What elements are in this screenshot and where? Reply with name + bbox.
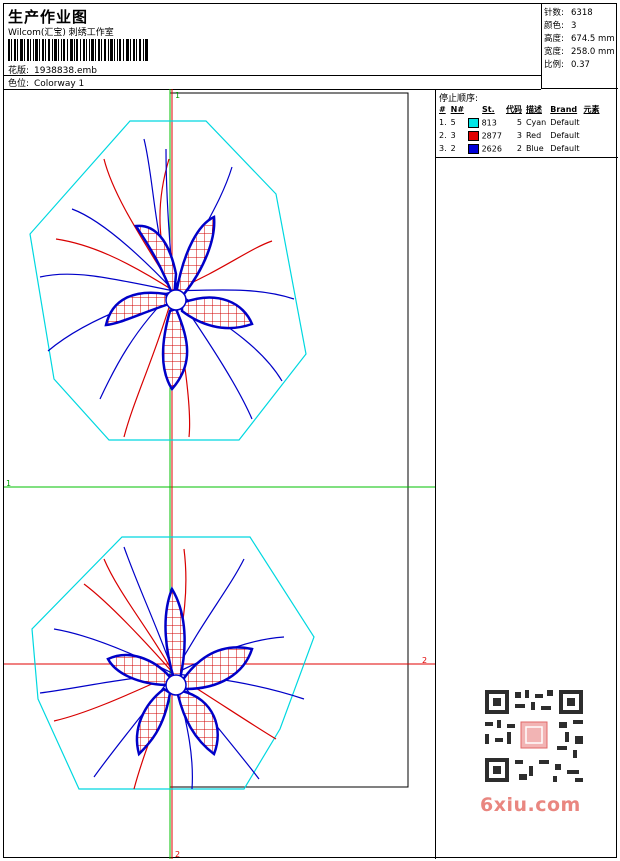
color-swatch-blue — [468, 143, 480, 154]
stat-stitches: 针数: 6318 — [544, 8, 593, 18]
col-index: # — [439, 105, 446, 114]
table-row: 1. 5 813 5 Cyan Default — [439, 117, 580, 128]
worksheet-header: 生产作业图 Wilcom(汇宝) 刺绣工作室 花版: 1938838.emb 色… — [4, 4, 541, 90]
guide-label-bottom: 2 — [175, 850, 180, 859]
barcode — [8, 39, 148, 61]
stop-sequence-table: # N# St. 代码 描述 Brand 元素 1. 5 813 5 Cyan … — [437, 103, 601, 155]
motif-upper — [29, 120, 307, 441]
embroidery-preview: 1 2 1 2 — [4, 89, 435, 859]
watermark-site: 6xiu.com — [480, 794, 581, 816]
colorway-value: Colorway 1 — [34, 79, 85, 89]
watermark: 6xiu.com — [474, 684, 594, 819]
design-preview: 1 2 1 2 — [4, 89, 436, 859]
col-needle: N# — [450, 105, 465, 114]
stat-width: 宽度: 258.0 mm — [544, 47, 615, 57]
stat-height: 高度: 674.5 mm — [544, 34, 615, 44]
motif-lower — [31, 536, 315, 790]
flower-center — [165, 289, 187, 311]
qr-code-icon — [479, 686, 589, 786]
col-code: 代码 — [505, 105, 522, 114]
guide-label-left: 1 — [6, 479, 11, 488]
guide-label-right: 2 — [422, 656, 427, 665]
swirl-lines — [39, 138, 295, 438]
color-swatch-cyan — [468, 117, 480, 128]
col-element: 元素 — [583, 105, 600, 114]
design-stats: 针数: 6318 颜色: 3 高度: 674.5 mm 宽度: 258.0 mm 比例:… — [541, 4, 618, 89]
production-worksheet: 生产作业图 Wilcom(汇宝) 刺绣工作室 花版: 1938838.emb 色… — [3, 3, 618, 859]
col-brand: Brand — [550, 105, 578, 114]
table-row: 2. 3 2877 3 Red Default — [439, 130, 580, 141]
worksheet-subtitle: Wilcom(汇宝) 刺绣工作室 — [8, 28, 114, 38]
flower-petals-lower — [106, 586, 254, 757]
worksheet-title: 生产作业图 — [8, 8, 89, 26]
guide-label-top: 1 — [175, 91, 180, 100]
stat-scale: 比例: 0.37 — [544, 60, 590, 70]
col-desc: 描述 — [525, 105, 542, 114]
divider — [4, 75, 541, 76]
colorway-row: 色位: Colorway 1 — [8, 76, 84, 89]
color-swatch-red — [468, 130, 480, 141]
table-header-row: # N# St. 代码 描述 Brand 元素 — [437, 103, 601, 116]
colorway-label: 色位: — [8, 79, 30, 89]
flower-center-lower — [165, 674, 187, 696]
divider — [436, 157, 618, 158]
table-row: 3. 2 2626 2 Blue Default — [439, 143, 580, 154]
col-stitches: St. — [482, 105, 495, 114]
stat-colors: 颜色: 3 — [544, 21, 577, 31]
